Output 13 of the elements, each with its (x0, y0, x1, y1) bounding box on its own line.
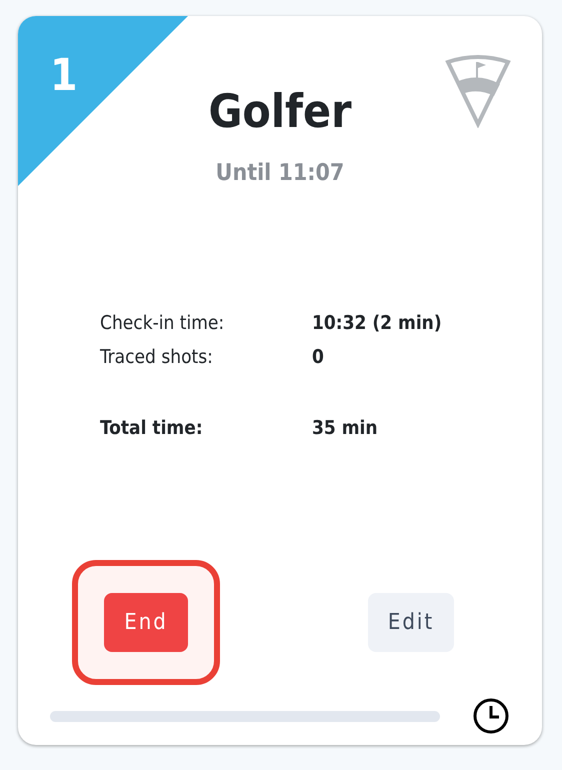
detail-label: Check-in time: (100, 310, 226, 336)
action-button[interactable]: Edit (368, 593, 454, 652)
card-title: Golfer (208, 88, 352, 134)
bay-number: 1 (50, 54, 78, 98)
detail-label: Traced shots: (100, 345, 214, 370)
detail-value: 35 min (312, 416, 378, 440)
detail-value: 0 (312, 345, 324, 370)
detail-label: Total time: (100, 416, 204, 440)
action-button[interactable]: End (104, 593, 188, 652)
clock-icon (472, 697, 510, 735)
until-time: Until 11:07 (216, 159, 344, 188)
shield-flag-logo-icon (444, 54, 512, 128)
detail-value: 10:32 (2 min) (312, 310, 442, 336)
